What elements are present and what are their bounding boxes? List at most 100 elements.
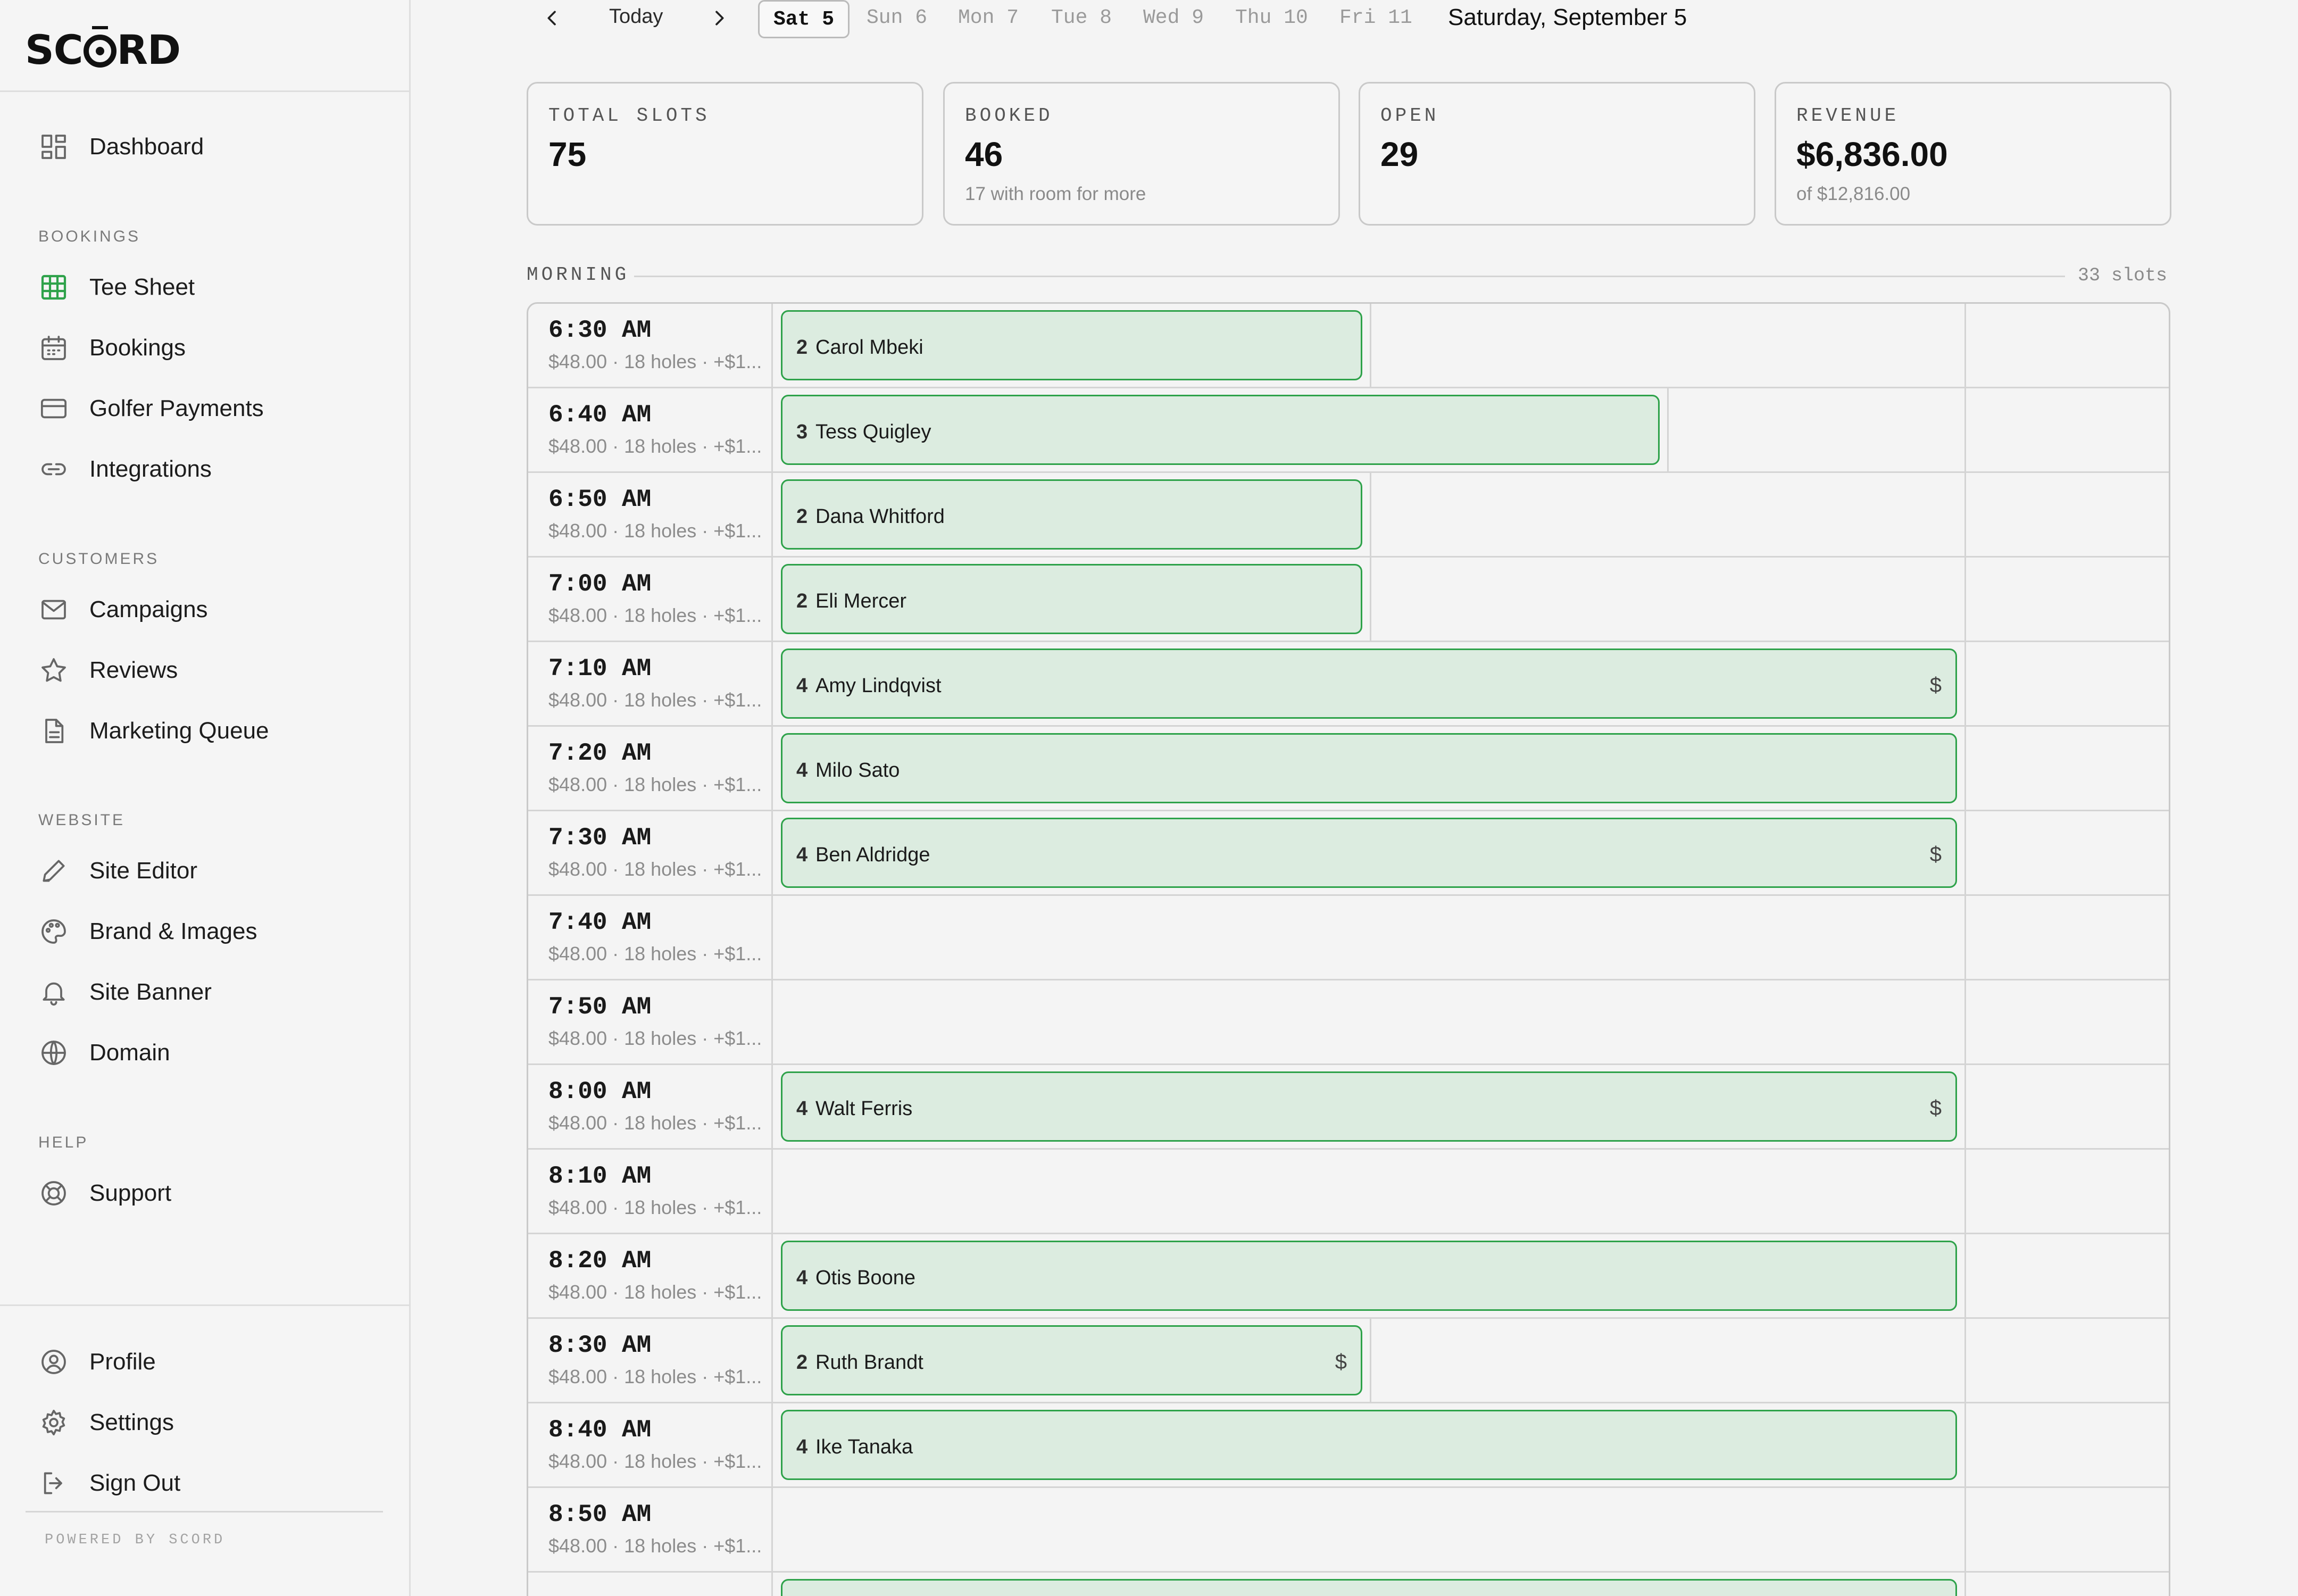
day-tab[interactable]: Sun 6: [853, 0, 941, 38]
sidebar-item-label: Dashboard: [89, 134, 204, 160]
tee-time-cell[interactable]: 8:10 AM $48.00 · 18 holes · +$1...: [528, 1150, 773, 1234]
row-end-divider: [1964, 1150, 1966, 1234]
booking-player-count: 2: [796, 336, 808, 359]
booking-player-count: 2: [796, 505, 808, 528]
booking-block[interactable]: 2 Dana Whitford: [781, 479, 1362, 550]
booking-block[interactable]: 4: [781, 1579, 1957, 1596]
row-end-divider: [1964, 1065, 1966, 1150]
sidebar-item-dashboard[interactable]: Dashboard: [37, 126, 388, 168]
scord-logo[interactable]: SC RD: [25, 20, 181, 79]
booking-block[interactable]: 4 Otis Boone: [781, 1241, 1957, 1311]
sidebar-item-label: Marketing Queue: [89, 718, 269, 744]
tee-time: 7:30 AM: [548, 824, 652, 852]
tee-time-cell[interactable]: 8:50 AM $48.00 · 18 holes · +$1...: [528, 1488, 773, 1573]
tee-time-cell[interactable]: 7:30 AM $48.00 · 18 holes · +$1...: [528, 811, 773, 896]
prev-day-button[interactable]: [536, 3, 568, 33]
sign-out-icon: [37, 1467, 70, 1500]
tee-time-cell[interactable]: 6:40 AM $48.00 · 18 holes · +$1...: [528, 388, 773, 473]
tee-time: 8:20 AM: [548, 1247, 652, 1275]
booking-block[interactable]: 4 Milo Sato: [781, 733, 1957, 803]
day-tab[interactable]: Wed 9: [1129, 0, 1218, 38]
tee-time-cell[interactable]: 8:20 AM $48.00 · 18 holes · +$1...: [528, 1234, 773, 1319]
tee-time-row: 7:30 AM $48.00 · 18 holes · +$1... 4 Ben…: [528, 811, 2169, 896]
sidebar-item-label: Support: [89, 1180, 172, 1206]
sidebar-item-golfer-payments[interactable]: Golfer Payments: [37, 387, 388, 430]
tee-time-meta: $48.00 · 18 holes · +$1...: [548, 1366, 761, 1387]
star-icon: [37, 654, 70, 687]
booking-player-count: 3: [796, 421, 808, 443]
sidebar-item-label: Brand & Images: [89, 918, 257, 944]
day-tab[interactable]: Sat 5: [758, 0, 850, 38]
booking-block[interactable]: 4 Ike Tanaka: [781, 1410, 1957, 1480]
tee-time-cell[interactable]: 8:30 AM $48.00 · 18 holes · +$1...: [528, 1319, 773, 1403]
tee-time-row: 8:50 AM $48.00 · 18 holes · +$1...: [528, 1488, 2169, 1573]
sidebar-item-tee-sheet[interactable]: Tee Sheet: [37, 266, 388, 309]
palette-icon: [37, 915, 70, 948]
sidebar-item-profile[interactable]: Profile: [37, 1341, 388, 1383]
tee-time-cell[interactable]: 7:40 AM $48.00 · 18 holes · +$1...: [528, 896, 773, 980]
booking-block[interactable]: 4 Amy Lindqvist $: [781, 649, 1957, 719]
day-tab[interactable]: Thu 10: [1221, 0, 1322, 38]
open-slot-divider: [1667, 388, 1669, 473]
sidebar-item-domain[interactable]: Domain: [37, 1032, 388, 1074]
sidebar-item-settings[interactable]: Settings: [37, 1401, 388, 1444]
sidebar-item-brand-images[interactable]: Brand & Images: [37, 910, 388, 953]
booking-player-count: 4: [796, 1098, 808, 1120]
tee-time-cell[interactable]: [528, 1573, 773, 1596]
sidebar-item-campaigns[interactable]: Campaigns: [37, 588, 388, 631]
sidebar-item-site-banner[interactable]: Site Banner: [37, 971, 388, 1013]
tee-time-row: 7:50 AM $48.00 · 18 holes · +$1...: [528, 980, 2169, 1065]
sidebar-item-support[interactable]: Support: [37, 1172, 388, 1215]
tee-time-meta: $48.00 · 18 holes · +$1...: [548, 774, 761, 795]
tee-time-row: 8:40 AM $48.00 · 18 holes · +$1... 4 Ike…: [528, 1403, 2169, 1488]
tee-time-cell[interactable]: 6:50 AM $48.00 · 18 holes · +$1...: [528, 473, 773, 558]
booking-golfer-name: Ike Tanaka: [815, 1436, 913, 1458]
tee-time-cell[interactable]: 8:40 AM $48.00 · 18 holes · +$1...: [528, 1403, 773, 1488]
day-tab[interactable]: Mon 7: [944, 0, 1033, 38]
sidebar-item-marketing-queue[interactable]: Marketing Queue: [37, 710, 388, 752]
tee-time-cell[interactable]: 7:10 AM $48.00 · 18 holes · +$1...: [528, 642, 773, 727]
booking-block[interactable]: 4 Walt Ferris $: [781, 1071, 1957, 1142]
sidebar-item-label: Profile: [89, 1349, 156, 1375]
open-tee-slot[interactable]: [775, 896, 1964, 980]
sidebar-item-reviews[interactable]: Reviews: [37, 649, 388, 692]
booking-block[interactable]: 4 Ben Aldridge $: [781, 818, 1957, 888]
tee-time-cell[interactable]: 7:00 AM $48.00 · 18 holes · +$1...: [528, 558, 773, 642]
today-button[interactable]: Today: [609, 5, 663, 28]
day-tab[interactable]: Fri 11: [1326, 0, 1426, 38]
booking-golfer-name: Walt Ferris: [815, 1098, 913, 1120]
booking-block[interactable]: 2 Ruth Brandt $: [781, 1325, 1362, 1395]
gear-icon: [42, 1409, 65, 1436]
sidebar-item-sign-out[interactable]: Sign Out: [37, 1462, 388, 1504]
booking-block[interactable]: 2 Eli Mercer: [781, 564, 1362, 634]
day-tab[interactable]: Tue 8: [1037, 0, 1126, 38]
link-icon: [41, 463, 66, 476]
sidebar-item-site-editor[interactable]: Site Editor: [37, 850, 388, 892]
open-slot-divider: [1370, 558, 1371, 642]
tee-time: 7:20 AM: [548, 739, 652, 767]
next-day-button[interactable]: [703, 3, 735, 33]
open-tee-slot[interactable]: [775, 980, 1964, 1065]
open-tee-slot[interactable]: [775, 1488, 1964, 1573]
tee-time-cell[interactable]: 8:00 AM $48.00 · 18 holes · +$1...: [528, 1065, 773, 1150]
sidebar-item-bookings[interactable]: Bookings: [37, 327, 388, 369]
tee-time-cell[interactable]: 7:20 AM $48.00 · 18 holes · +$1...: [528, 727, 773, 811]
tee-time-cell[interactable]: 6:30 AM $48.00 · 18 holes · +$1...: [528, 304, 773, 388]
tee-time: 6:30 AM: [548, 317, 652, 344]
paid-indicator-icon: $: [1335, 1350, 1347, 1374]
user-circle-icon: [41, 1350, 66, 1374]
document-icon: [37, 714, 70, 747]
tee-time-row: 7:40 AM $48.00 · 18 holes · +$1...: [528, 896, 2169, 980]
booking-block[interactable]: 2 Carol Mbeki: [781, 310, 1362, 380]
link-icon: [37, 453, 70, 486]
open-tee-slot[interactable]: [775, 1150, 1964, 1234]
sidebar-divider: [0, 90, 409, 92]
gear-icon: [37, 1406, 70, 1439]
tee-time-cell[interactable]: 7:50 AM $48.00 · 18 holes · +$1...: [528, 980, 773, 1065]
stat-label: BOOKED: [965, 105, 1053, 127]
booking-block[interactable]: 3 Tess Quigley: [781, 395, 1660, 465]
sidebar-item-label: Golfer Payments: [89, 395, 264, 421]
sidebar-item-integrations[interactable]: Integrations: [37, 448, 388, 491]
powered-by: POWERED BY SCORD: [45, 1532, 226, 1548]
stat-value: $6,836.00: [1796, 135, 1948, 173]
